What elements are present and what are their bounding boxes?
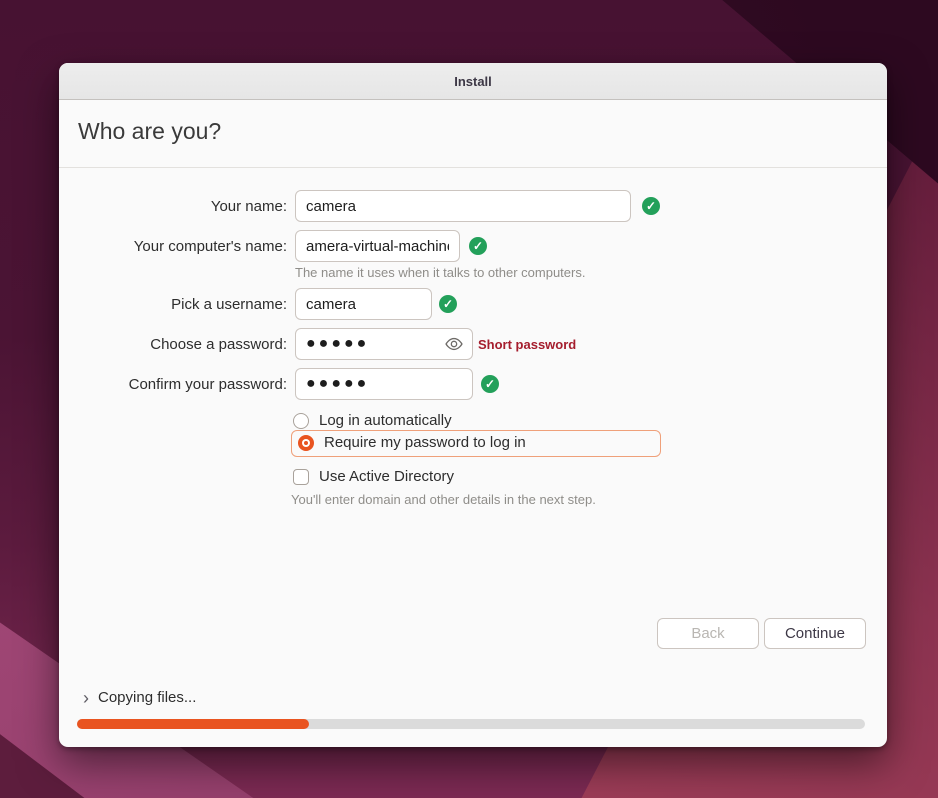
password-label: Choose a password: [59, 336, 287, 353]
radio-selected-indicator [298, 435, 314, 451]
continue-button[interactable]: Continue [764, 618, 866, 649]
progress-bar [77, 719, 865, 729]
computer-name-helper: The name it uses when it talks to other … [295, 265, 585, 280]
computer-name-valid-check-icon: ✓ [469, 237, 487, 255]
active-directory-helper: You'll enter domain and other details in… [291, 492, 596, 507]
active-directory-label: Use Active Directory [319, 468, 454, 485]
radio-login-automatically[interactable]: Log in automatically [293, 412, 452, 429]
your-name-valid-check-icon: ✓ [642, 197, 660, 215]
window-title: Install [454, 74, 492, 89]
confirm-password-input[interactable] [295, 368, 473, 400]
short-password-warning: Short password [478, 337, 576, 352]
eye-icon [444, 334, 464, 354]
progress-bar-fill [77, 719, 309, 729]
radio-require-password-label: Require my password to log in [324, 434, 526, 451]
computer-name-input[interactable] [295, 230, 460, 262]
checkbox-indicator [293, 469, 309, 485]
chevron-right-icon: › [83, 691, 89, 705]
radio-unselected-indicator [293, 413, 309, 429]
copying-files-expander[interactable]: › Copying files... [83, 689, 196, 706]
screen: Install Who are you? Your name: ✓ Your c… [0, 0, 938, 798]
window-titlebar[interactable]: Install [59, 63, 887, 100]
your-name-input[interactable] [295, 190, 631, 222]
page-title: Who are you? [78, 118, 221, 145]
reveal-password-button[interactable] [443, 333, 465, 355]
installer-window: Install Who are you? Your name: ✓ Your c… [59, 63, 887, 747]
copying-files-label: Copying files... [98, 689, 196, 706]
form-area: Your name: ✓ Your computer's name: ✓ The… [59, 168, 887, 748]
confirm-password-label: Confirm your password: [59, 376, 287, 393]
page-header: Who are you? [59, 100, 887, 168]
computer-name-label: Your computer's name: [59, 238, 287, 255]
back-button[interactable]: Back [657, 618, 759, 649]
your-name-label: Your name: [59, 198, 287, 215]
username-input[interactable] [295, 288, 432, 320]
username-label: Pick a username: [59, 296, 287, 313]
confirm-password-valid-check-icon: ✓ [481, 375, 499, 393]
radio-require-password[interactable]: Require my password to log in [298, 434, 526, 451]
radio-login-automatically-label: Log in automatically [319, 412, 452, 429]
checkbox-active-directory[interactable]: Use Active Directory [293, 468, 454, 485]
username-valid-check-icon: ✓ [439, 295, 457, 313]
